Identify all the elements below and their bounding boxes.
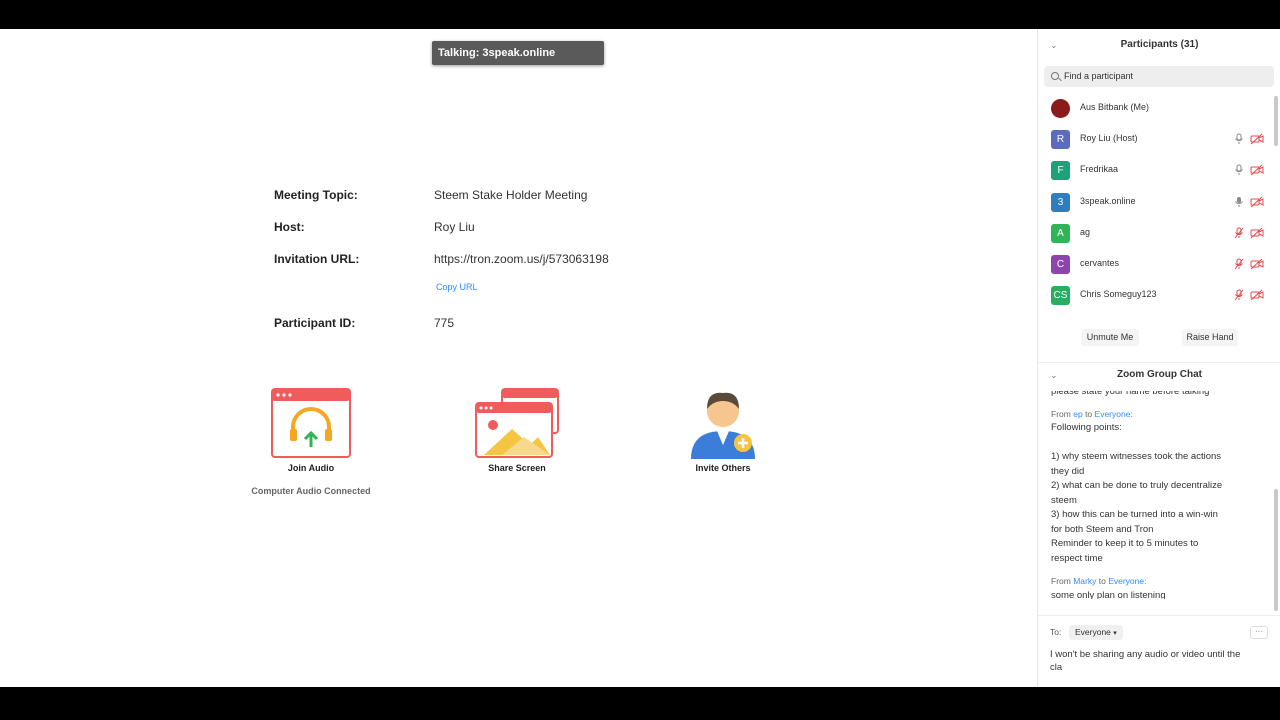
participant-id-value: 775 [434, 316, 455, 330]
talking-indicator: Talking: 3speak.online [432, 41, 604, 65]
chat-header: ⌄ Zoom Group Chat [1038, 362, 1280, 386]
participant-row[interactable]: R Roy Liu (Host) [1038, 127, 1280, 155]
chat-input-line[interactable]: I won't be sharing any audio or video un… [1050, 649, 1240, 660]
participant-search-input[interactable]: Find a participant [1044, 66, 1274, 87]
search-placeholder: Find a participant [1064, 71, 1134, 81]
host-label: Host: [274, 220, 305, 234]
participant-id-label: Participant ID: [274, 316, 356, 330]
chat-messages: please state your name before talking Fr… [1038, 391, 1270, 599]
invitation-url-value: https://tron.zoom.us/j/573063198 [434, 252, 609, 266]
avatar: CS [1051, 286, 1070, 306]
join-audio-label: Join Audio [287, 463, 335, 473]
chat-divider [1038, 615, 1280, 616]
to-text: to [1098, 576, 1106, 586]
chat-message-line: some only plan on listening [1051, 590, 1166, 599]
video-off-icon [1250, 258, 1264, 270]
from-text: From [1051, 576, 1071, 586]
avatar: F [1051, 161, 1070, 181]
invite-others-label: Invite Others [695, 463, 751, 473]
more-options-button[interactable]: ··· [1250, 626, 1268, 639]
chat-message-line: please state your name before talking [1051, 391, 1210, 397]
participant-row[interactable]: Aus Bitbank (Me) [1038, 96, 1280, 124]
participant-name: Aus Bitbank (Me) [1080, 102, 1150, 112]
invite-person-icon [691, 392, 755, 459]
chat-message-line: 1) why steem witnesses took the actions [1051, 451, 1222, 462]
collapse-chevron-icon[interactable]: ⌄ [1050, 363, 1058, 387]
zoom-window: Talking: 3speak.online Meeting Topic: St… [0, 29, 1280, 687]
mic-icon [1235, 133, 1243, 145]
chevron-down-icon: ▾ [1113, 630, 1117, 637]
participant-name: Chris Someguy123 [1080, 289, 1157, 300]
join-audio-button[interactable]: Join Audio Computer Audio Connected [241, 387, 381, 496]
participant-name: Fredrikaa [1080, 164, 1119, 175]
video-off-icon [1250, 196, 1264, 207]
unmute-me-button[interactable]: Unmute Me [1081, 329, 1139, 346]
participant-row[interactable]: 3 3speak.online [1038, 190, 1280, 218]
video-off-icon [1250, 165, 1264, 176]
copy-url-link[interactable]: Copy URL [436, 282, 478, 292]
participant-name: 3speak.online [1080, 195, 1136, 206]
raise-hand-button[interactable]: Raise Hand [1182, 329, 1238, 346]
chat-input-line[interactable]: cla [1050, 662, 1062, 673]
share-screen-label: Share Screen [488, 463, 546, 473]
participant-row[interactable]: Aag [1038, 221, 1280, 249]
participants-header: ⌄ Participants (31) [1038, 33, 1280, 57]
participants-scrollbar[interactable] [1274, 96, 1278, 146]
chat-message-header: From Marky to Everyone: [1051, 574, 1146, 588]
chat-message-line: Following points: [1051, 422, 1122, 433]
side-panel: ⌄ Participants (31) Find a participant A… [1037, 29, 1280, 687]
chat-message-line: 3) how this can be turned into a win-win [1051, 509, 1218, 520]
from-text: From [1051, 409, 1071, 419]
to-label: To: [1050, 627, 1062, 637]
video-off-icon [1250, 289, 1264, 301]
to-text: to [1085, 409, 1093, 419]
participants-title: Participants (31) [1120, 39, 1199, 50]
participant-row[interactable]: F Fredrikaa [1038, 158, 1280, 186]
meeting-topic-value: Steem Stake Holder Meeting [434, 188, 588, 202]
audio-status-text: Computer Audio Connected [251, 486, 371, 496]
participant-row[interactable]: Ccervantes [1038, 252, 1280, 280]
video-off-icon [1250, 227, 1264, 239]
mic-muted-icon [1234, 289, 1244, 301]
chat-message-line: for both Steem and Tron [1051, 523, 1154, 535]
chat-message-header: From ep to Everyone: [1051, 407, 1133, 421]
invitation-url-label: Invitation URL: [274, 252, 360, 266]
avatar: 3 [1051, 192, 1070, 212]
recipient-value: Everyone [1075, 627, 1111, 637]
mic-icon [1235, 196, 1243, 207]
target-name[interactable]: Everyone: [1095, 409, 1133, 419]
mic-muted-icon [1234, 258, 1244, 270]
chat-message-line: they did [1051, 465, 1085, 477]
collapse-chevron-icon[interactable]: ⌄ [1050, 33, 1058, 57]
participant-row[interactable]: CS Chris Someguy123 [1038, 283, 1280, 311]
participant-name: ag [1080, 226, 1091, 237]
chat-message-line: Reminder to keep it to 5 minutes to [1051, 538, 1199, 549]
avatar: R [1051, 130, 1070, 150]
sender-name[interactable]: Marky [1073, 576, 1096, 586]
chat-scrollbar[interactable] [1274, 489, 1278, 611]
meeting-topic-label: Meeting Topic: [274, 188, 358, 202]
share-screen-button[interactable]: Share Screen [447, 387, 587, 473]
video-off-icon [1250, 133, 1264, 145]
headphones-icon [271, 388, 351, 458]
recipient-select[interactable]: Everyone ▾ [1069, 625, 1123, 640]
host-value: Roy Liu [434, 220, 475, 234]
mic-muted-icon [1234, 227, 1244, 239]
search-icon [1051, 72, 1059, 80]
chat-title: Zoom Group Chat [1117, 369, 1202, 380]
avatar [1051, 99, 1070, 118]
meeting-info-area: Talking: 3speak.online Meeting Topic: St… [0, 29, 1037, 687]
participant-name: Roy Liu (Host) [1080, 133, 1138, 144]
target-name[interactable]: Everyone: [1108, 576, 1146, 586]
sender-name[interactable]: ep [1073, 409, 1082, 419]
chat-message-line: respect time [1051, 552, 1103, 564]
invite-others-button[interactable]: Invite Others [653, 387, 793, 473]
chat-message-line: 2) what can be done to truly decentraliz… [1051, 480, 1223, 491]
avatar: C [1051, 255, 1070, 274]
participant-name: cervantes [1080, 258, 1120, 268]
chat-message-line: steem [1051, 494, 1077, 506]
share-screen-icon [475, 388, 559, 458]
mic-icon [1235, 164, 1243, 176]
avatar: A [1051, 223, 1070, 243]
